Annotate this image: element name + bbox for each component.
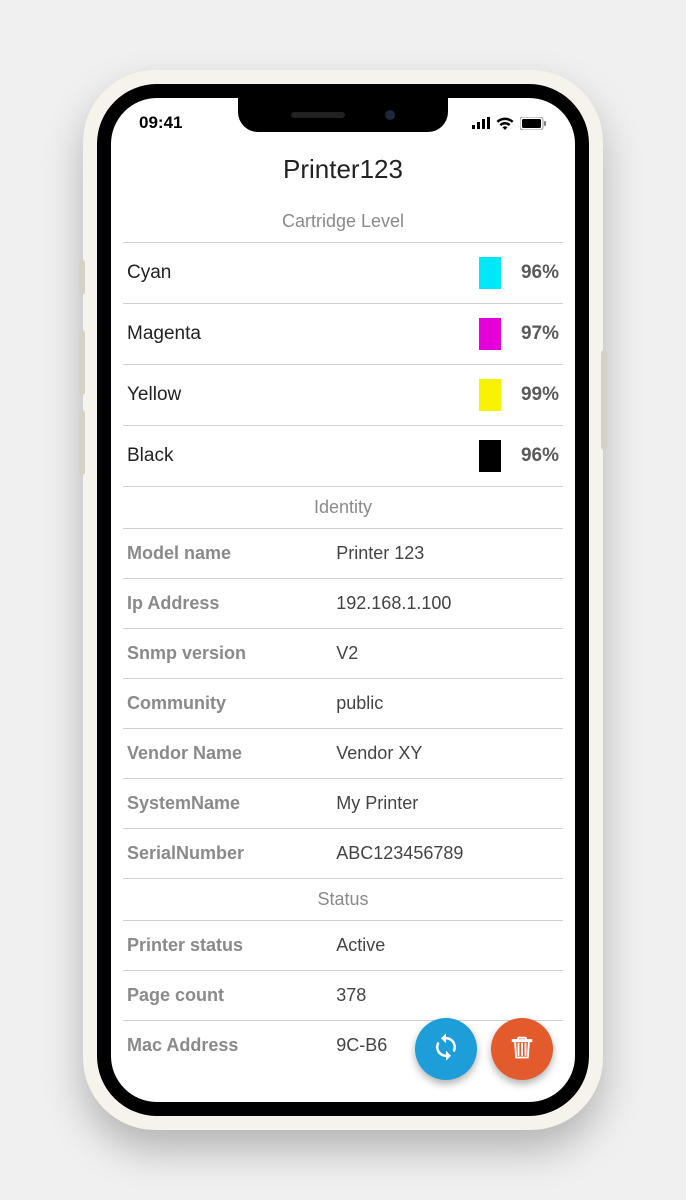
- content[interactable]: Printer123 Cartridge Level Cyan 96% Mage…: [111, 148, 575, 1102]
- cartridge-swatch: [479, 440, 501, 472]
- cartridge-swatch: [479, 257, 501, 289]
- battery-icon: [520, 117, 547, 130]
- cartridge-label: Yellow: [127, 384, 479, 406]
- identity-row: Snmp version V2: [123, 629, 563, 678]
- identity-row: Vendor Name Vendor XY: [123, 729, 563, 778]
- cartridge-label: Black: [127, 445, 479, 467]
- cartridge-percent: 96%: [511, 262, 559, 284]
- identity-value: Printer 123: [336, 543, 563, 564]
- identity-value: 192.168.1.100: [336, 593, 563, 614]
- identity-value: ABC123456789: [336, 843, 563, 864]
- status-value: Active: [336, 935, 563, 956]
- phone-side-button: [601, 350, 607, 450]
- status-key: Mac Address: [127, 1035, 336, 1056]
- camera-icon: [385, 110, 395, 120]
- status-row: Printer status Active: [123, 921, 563, 970]
- status-indicators: [472, 117, 547, 130]
- identity-value: Vendor XY: [336, 743, 563, 764]
- identity-row: Ip Address 192.168.1.100: [123, 579, 563, 628]
- status-row: Page count 378: [123, 971, 563, 1020]
- speaker-icon: [291, 112, 345, 118]
- identity-value: V2: [336, 643, 563, 664]
- status-value: 378: [336, 985, 563, 1006]
- page-title: Printer123: [111, 148, 575, 201]
- cartridge-percent: 99%: [511, 384, 559, 406]
- status-section-header: Status: [111, 879, 575, 920]
- phone-side-button: [79, 410, 85, 475]
- cellular-signal-icon: [472, 117, 490, 129]
- cartridge-row-yellow: Yellow 99%: [111, 365, 575, 425]
- identity-key: Ip Address: [127, 593, 336, 614]
- identity-key: SerialNumber: [127, 843, 336, 864]
- cartridge-label: Cyan: [127, 262, 479, 284]
- identity-value: My Printer: [336, 793, 563, 814]
- status-time: 09:41: [139, 113, 182, 133]
- identity-key: SystemName: [127, 793, 336, 814]
- identity-row: Community public: [123, 679, 563, 728]
- phone-side-button: [79, 260, 85, 295]
- wifi-icon: [496, 117, 514, 130]
- phone-side-button: [79, 330, 85, 395]
- identity-key: Vendor Name: [127, 743, 336, 764]
- phone-bezel: 09:41 Printer123 Cartridge Level: [97, 84, 589, 1116]
- cartridge-percent: 96%: [511, 445, 559, 467]
- status-key: Page count: [127, 985, 336, 1006]
- identity-value: public: [336, 693, 563, 714]
- cartridge-percent: 97%: [511, 323, 559, 345]
- refresh-button[interactable]: [415, 1018, 477, 1080]
- identity-key: Model name: [127, 543, 336, 564]
- cartridge-section-header: Cartridge Level: [111, 201, 575, 242]
- status-key: Printer status: [127, 935, 336, 956]
- refresh-icon: [431, 1032, 461, 1067]
- identity-row: SerialNumber ABC123456789: [123, 829, 563, 878]
- phone-notch: [238, 98, 448, 132]
- phone-frame: 09:41 Printer123 Cartridge Level: [83, 70, 603, 1130]
- cartridge-row-black: Black 96%: [111, 426, 575, 486]
- cartridge-swatch: [479, 318, 501, 350]
- identity-key: Snmp version: [127, 643, 336, 664]
- cartridge-label: Magenta: [127, 323, 479, 345]
- cartridge-swatch: [479, 379, 501, 411]
- trash-icon: [508, 1033, 536, 1066]
- identity-row: SystemName My Printer: [123, 779, 563, 828]
- cartridge-row-cyan: Cyan 96%: [111, 243, 575, 303]
- delete-button[interactable]: [491, 1018, 553, 1080]
- action-buttons: [415, 1018, 553, 1080]
- cartridge-row-magenta: Magenta 97%: [111, 304, 575, 364]
- screen: 09:41 Printer123 Cartridge Level: [111, 98, 575, 1102]
- identity-section-header: Identity: [111, 487, 575, 528]
- identity-row: Model name Printer 123: [123, 529, 563, 578]
- identity-key: Community: [127, 693, 336, 714]
